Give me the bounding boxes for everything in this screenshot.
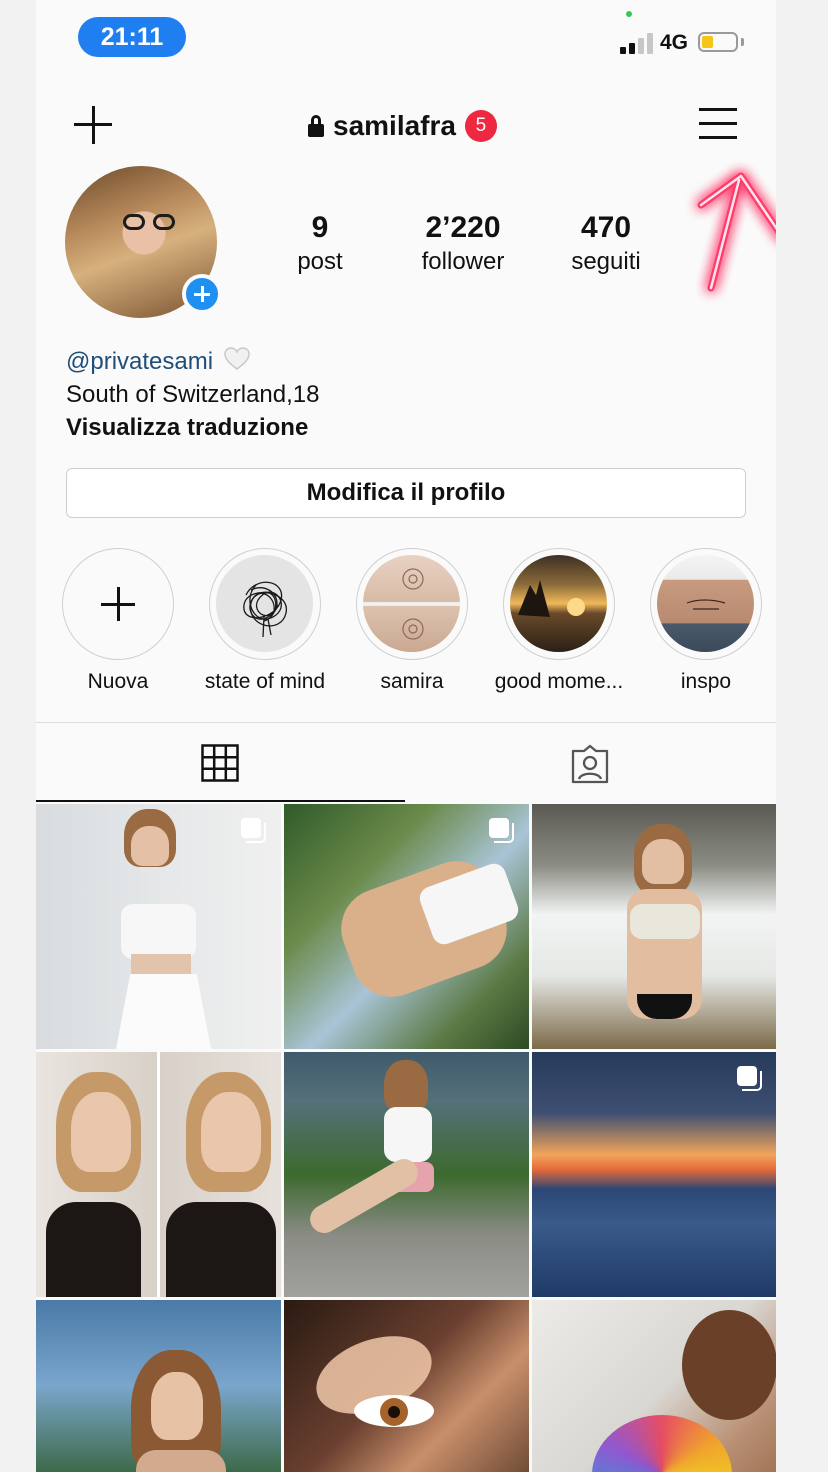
status-bar: 21:11 4G [36,0,776,80]
highlight-label: good mome... [494,670,624,693]
stat-followers[interactable]: 2’220 follower [393,210,533,278]
plus-icon [101,587,135,621]
sunset-silhouette-icon [518,580,585,617]
flower-tattoo-icon [402,568,424,640]
post-tile[interactable] [532,1052,776,1297]
highlight-new[interactable]: Nuova [51,548,185,694]
multiple-photos-icon [489,818,515,844]
new-post-plus-icon[interactable] [74,106,112,144]
lock-icon [308,115,324,137]
highlight-good-moments[interactable]: good mome... [492,548,626,694]
highlight-inspo[interactable]: inspo [639,548,773,694]
stat-following-label: seguiti [571,248,641,275]
see-translation-link[interactable]: Visualizza traduzione [66,411,320,444]
highlight-ring [209,548,321,660]
instagram-profile-screen: 21:11 4G samilafra 5 9 post 2’220 follow… [36,0,776,1472]
stat-posts[interactable]: 9 post [250,210,390,278]
stat-following-value: 470 [580,211,632,244]
highlight-cover [510,555,607,652]
stat-following[interactable]: 470 seguiti [536,210,676,278]
battery-icon [698,32,738,52]
post-tile[interactable] [284,1300,529,1472]
post-tile[interactable] [36,804,281,1049]
post-tile[interactable] [284,804,529,1049]
active-tab-indicator [36,800,405,802]
bio-location-age: South of Switzerland,18 [66,381,320,408]
stat-posts-label: post [297,248,343,275]
post-tile[interactable] [532,804,776,1049]
multiple-photos-icon [737,1066,763,1092]
highlight-ring [356,548,468,660]
highlight-cover [657,555,754,652]
add-story-plus-icon[interactable] [182,274,222,314]
battery-tip [741,38,744,46]
highlight-state-of-mind[interactable]: state of mind [198,548,332,694]
highlight-samira[interactable]: samira [345,548,479,694]
highlight-label: inspo [680,670,732,693]
privacy-indicator-dot [626,11,632,17]
network-type: 4G [660,31,689,54]
highlight-cover [363,555,460,652]
scribble-drawing-icon [243,581,287,638]
profile-bio: @privatesami South of Switzerland,18 Vis… [66,345,320,444]
highlight-ring [503,548,615,660]
waist-tattoo-icon [686,599,726,610]
highlight-label: state of mind [204,670,326,693]
multiple-photos-icon [241,818,267,844]
profile-header: samilafra 5 [36,90,776,160]
highlight-new-ring [62,548,174,660]
post-tile[interactable] [532,1300,776,1472]
post-tile[interactable] [36,1052,281,1297]
post-tile[interactable] [284,1052,529,1297]
stat-followers-value: 2’220 [425,211,501,244]
signal-strength-icon [620,32,656,54]
username-title: samilafra [333,110,456,141]
highlight-label: Nuova [87,670,149,693]
highlight-cover [216,555,313,652]
edit-profile-button[interactable]: Modifica il profilo [66,468,746,518]
tagged-person-icon[interactable] [570,744,610,784]
tabs-divider [36,722,776,723]
notification-badge: 5 [464,110,497,142]
white-heart-icon [223,347,250,370]
stat-posts-value: 9 [311,211,329,244]
bio-handle-link[interactable]: @privatesami [66,348,213,375]
highlight-label: samira [380,670,444,693]
hamburger-menu-icon[interactable] [699,108,737,140]
status-time[interactable]: 21:11 [78,17,186,57]
stat-followers-label: follower [421,248,505,275]
post-tile[interactable] [36,1300,281,1472]
grid-icon[interactable] [201,744,239,782]
account-switcher[interactable]: samilafra 5 [308,106,497,146]
highlight-ring [650,548,762,660]
